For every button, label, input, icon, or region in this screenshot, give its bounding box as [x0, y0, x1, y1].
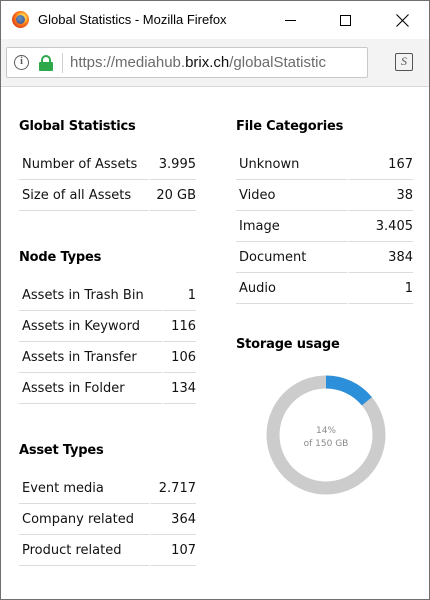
table-row: Event media 2.717: [19, 473, 196, 504]
global-statistics-title: Global Statistics: [19, 119, 136, 134]
stat-label: Assets in Keyword: [19, 311, 162, 342]
stat-value: 106: [161, 342, 196, 373]
file-categories-title: File Categories: [236, 119, 344, 134]
stat-value: 167: [347, 149, 413, 180]
maximize-button[interactable]: [322, 1, 368, 39]
url-bar[interactable]: i https://mediahub.brix.ch/globalStatist…: [6, 47, 368, 78]
window-title: Global Statistics - Mozilla Firefox: [38, 12, 227, 27]
left-column: Global Statistics Number of Assets 3.995 …: [19, 118, 196, 566]
storage-usage-title: Storage usage: [236, 337, 340, 352]
lock-icon[interactable]: [38, 55, 54, 71]
stat-label: Audio: [236, 273, 348, 304]
stat-label: Image: [236, 211, 348, 242]
close-icon: [395, 13, 409, 27]
stat-value: 3.995: [147, 149, 196, 180]
storage-capacity: of 150 GB: [303, 439, 349, 449]
stat-value: 2.717: [148, 473, 196, 504]
minimize-button[interactable]: [267, 1, 313, 39]
table-row: Audio 1: [236, 273, 413, 304]
browser-window: Global Statistics - Mozilla Firefox i ht…: [0, 0, 430, 600]
asset-types-title: Asset Types: [19, 443, 104, 458]
asset-types-table: Event media 2.717 Company related 364 Prod…: [19, 473, 196, 566]
right-column: File Categories Unknown 167 Video 38 Image…: [236, 118, 413, 527]
info-icon[interactable]: i: [14, 55, 29, 70]
stat-value: 38: [347, 180, 413, 211]
url-text[interactable]: https://mediahub.brix.ch/globalStatistic: [70, 54, 326, 71]
firefox-logo-icon: [12, 11, 29, 28]
stat-label: Number of Assets: [19, 149, 148, 180]
table-row: Assets in Folder 134: [19, 373, 196, 404]
url-path: /globalStatistic: [229, 54, 326, 71]
table-row: Company related 364: [19, 504, 196, 535]
stat-value: 134: [161, 373, 196, 404]
minimize-icon: [284, 19, 296, 21]
title-bar: Global Statistics - Mozilla Firefox: [1, 1, 429, 39]
table-row: Assets in Keyword 116: [19, 311, 196, 342]
table-row: Assets in Trash Bin 1: [19, 280, 196, 311]
reader-view-icon[interactable]: S: [395, 53, 413, 71]
file-categories-table: Unknown 167 Video 38 Image 3.405 Document 38…: [236, 149, 413, 304]
page-content: Global Statistics Number of Assets 3.995 …: [1, 88, 429, 599]
stat-value: 116: [161, 311, 196, 342]
url-prefix: https://mediahub.: [70, 54, 186, 71]
table-row: Document 384: [236, 242, 413, 273]
maximize-icon: [339, 14, 351, 26]
stat-label: Event media: [19, 473, 149, 504]
url-host: brix.ch: [185, 54, 230, 71]
stat-label: Assets in Folder: [19, 373, 162, 404]
stat-value: 107: [148, 535, 196, 566]
table-row: Image 3.405: [236, 211, 413, 242]
stat-value: 20 GB: [147, 180, 196, 211]
stat-label: Assets in Trash Bin: [19, 280, 162, 311]
storage-usage-chart: 14% of 150 GB: [236, 367, 413, 527]
table-row: Size of all Assets 20 GB: [19, 180, 196, 211]
table-row: Number of Assets 3.995: [19, 149, 196, 180]
stat-value: 1: [161, 280, 196, 311]
stat-label: Video: [236, 180, 348, 211]
stat-label: Size of all Assets: [19, 180, 148, 211]
stat-label: Assets in Transfer: [19, 342, 162, 373]
stat-label: Product related: [19, 535, 149, 566]
table-row: Unknown 167: [236, 149, 413, 180]
url-separator: [62, 53, 63, 73]
stat-label: Unknown: [236, 149, 348, 180]
stat-value: 3.405: [347, 211, 413, 242]
stat-value: 1: [347, 273, 413, 304]
node-types-table: Assets in Trash Bin 1 Assets in Keyword 11…: [19, 280, 196, 404]
node-types-title: Node Types: [19, 250, 102, 265]
stat-label: Document: [236, 242, 348, 273]
navigation-bar: i https://mediahub.brix.ch/globalStatist…: [1, 39, 429, 87]
stat-label: Company related: [19, 504, 149, 535]
table-row: Product related 107: [19, 535, 196, 566]
table-row: Assets in Transfer 106: [19, 342, 196, 373]
global-statistics-table: Number of Assets 3.995 Size of all Assets…: [19, 149, 196, 211]
donut-center-label: 14% of 150 GB: [266, 425, 386, 451]
stat-value: 364: [148, 504, 196, 535]
close-button[interactable]: [379, 1, 425, 39]
table-row: Video 38: [236, 180, 413, 211]
storage-percent: 14%: [315, 426, 336, 436]
stat-value: 384: [347, 242, 413, 273]
